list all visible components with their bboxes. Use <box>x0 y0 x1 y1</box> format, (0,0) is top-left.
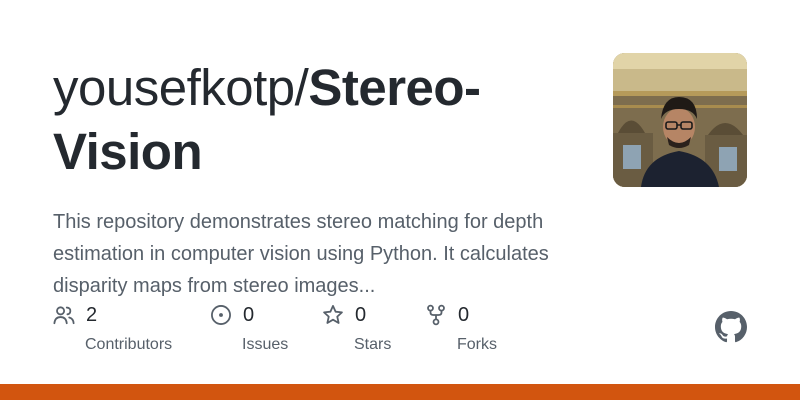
accent-bar <box>0 384 800 400</box>
star-icon <box>323 305 343 324</box>
people-icon <box>53 306 75 325</box>
forks-count: 0 <box>458 304 470 326</box>
stat-forks[interactable]: 0 Forks <box>425 302 535 362</box>
avatar-photo <box>613 53 747 187</box>
repo-owner[interactable]: yousefkotp/ <box>53 59 309 116</box>
stars-count: 0 <box>355 304 367 326</box>
stat-stars[interactable]: 0 Stars <box>322 302 422 362</box>
contributors-label: Contributors <box>85 336 173 353</box>
fork-icon <box>427 304 445 326</box>
stars-label: Stars <box>354 336 392 353</box>
stat-issues[interactable]: 0 Issues <box>210 302 320 362</box>
issue-icon <box>211 305 231 325</box>
issues-label: Issues <box>242 336 289 353</box>
avatar[interactable] <box>613 53 747 187</box>
repo-description: This repository demonstrates stereo matc… <box>53 211 549 297</box>
github-logo-icon[interactable] <box>715 311 747 343</box>
stat-contributors[interactable]: 2 Contributors <box>53 302 203 362</box>
contributors-count: 2 <box>86 304 98 326</box>
repo-social-card: yousefkotp/Stereo-Vision This repository… <box>0 0 800 400</box>
issues-count: 0 <box>243 304 255 326</box>
repo-stats: 2 Contributors 0 Issues 0 Stars 0 Forks <box>53 302 613 362</box>
repo-title[interactable]: yousefkotp/Stereo-Vision <box>53 56 593 184</box>
forks-label: Forks <box>457 336 497 353</box>
